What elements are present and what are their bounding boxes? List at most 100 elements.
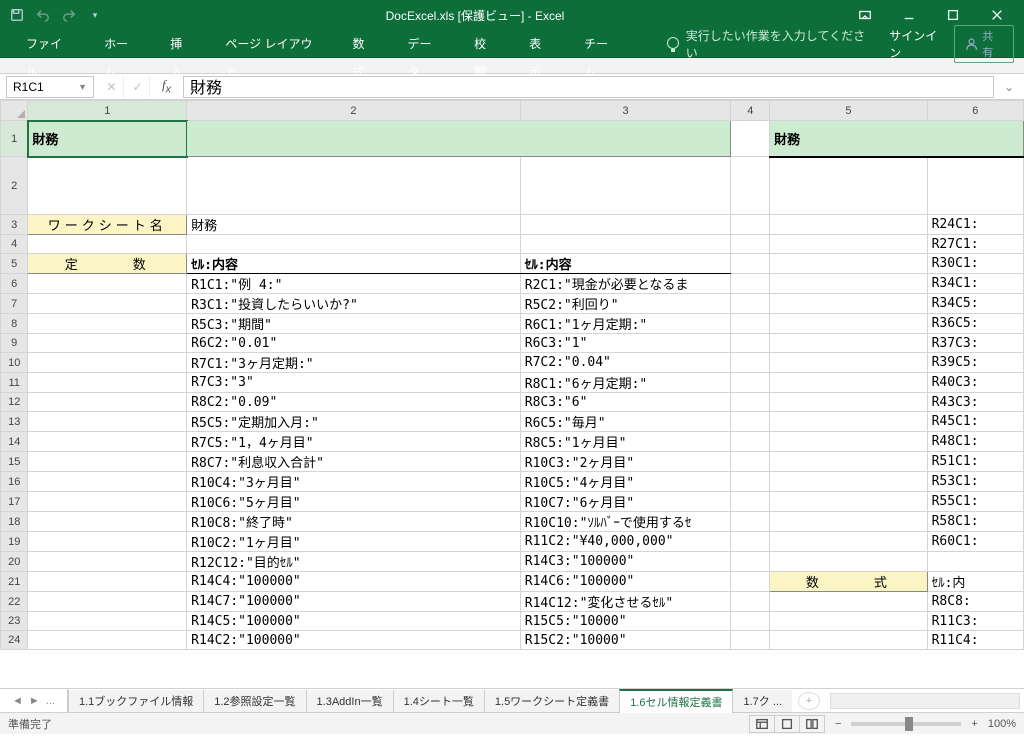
cell[interactable]: R14C7:"100000"	[187, 592, 521, 612]
sheet-nav-more[interactable]: ...	[44, 695, 57, 707]
row-header[interactable]: 21	[1, 572, 28, 592]
row-header[interactable]: 19	[1, 532, 28, 552]
cell[interactable]: R8C1:"6ヶ月定期:"	[520, 373, 731, 393]
cell[interactable]	[28, 393, 187, 412]
cell[interactable]	[731, 472, 770, 492]
row-header[interactable]: 20	[1, 552, 28, 572]
zoom-out-button[interactable]: −	[835, 718, 841, 730]
cell[interactable]	[770, 393, 927, 412]
cell[interactable]: R11C3:	[927, 612, 1023, 631]
cell[interactable]	[28, 631, 187, 650]
row-header[interactable]: 22	[1, 592, 28, 612]
ribbon-options-icon[interactable]	[844, 0, 886, 30]
cell[interactable]: R10C3:"2ヶ月目"	[520, 452, 731, 472]
row-header[interactable]: 5	[1, 254, 28, 274]
sign-in-link[interactable]: サインイン	[889, 27, 946, 61]
cell[interactable]: R15C5:"10000"	[520, 612, 731, 631]
cell[interactable]	[770, 592, 927, 612]
horizontal-scrollbar[interactable]	[830, 693, 1020, 709]
cell[interactable]: R5C2:"利回り"	[520, 294, 731, 314]
cell[interactable]	[731, 552, 770, 572]
column-header[interactable]: 2	[187, 101, 521, 121]
row-header[interactable]: 1	[1, 121, 28, 157]
cell[interactable]: R58C1:	[927, 512, 1023, 532]
cell[interactable]: R8C2:"0.09"	[187, 393, 521, 412]
cancel-formula-icon[interactable]: ✕	[100, 76, 124, 98]
add-sheet-button[interactable]: +	[798, 692, 820, 710]
redo-icon[interactable]	[58, 4, 80, 26]
cell[interactable]: R6C2:"0.01"	[187, 334, 521, 353]
cell[interactable]	[731, 572, 770, 592]
ribbon-tab[interactable]: ホーム	[88, 30, 154, 58]
cell[interactable]: R10C2:"1ヶ月目"	[187, 532, 521, 552]
cell[interactable]: R10C7:"6ヶ月目"	[520, 492, 731, 512]
cell[interactable]	[770, 412, 927, 432]
cell[interactable]: R37C3:	[927, 334, 1023, 353]
cell[interactable]: R7C2:"0.04"	[520, 353, 731, 373]
cell[interactable]	[731, 452, 770, 472]
sheet-tab[interactable]: 1.7ク ...	[732, 690, 792, 713]
cell[interactable]: R8C8:	[927, 592, 1023, 612]
ribbon-tab[interactable]: ファイル	[10, 30, 88, 58]
row-header[interactable]: 23	[1, 612, 28, 631]
cell[interactable]	[770, 452, 927, 472]
cell[interactable]: R51C1:	[927, 452, 1023, 472]
cell[interactable]	[28, 353, 187, 373]
expand-formula-bar-icon[interactable]: ⌄	[1000, 80, 1018, 94]
cell[interactable]: R7C3:"3"	[187, 373, 521, 393]
cell[interactable]: R12C12:"目的ｾﾙ"	[187, 552, 521, 572]
cell[interactable]	[28, 612, 187, 631]
row-header[interactable]: 8	[1, 314, 28, 334]
cell[interactable]: ｾﾙ:内容	[187, 254, 521, 274]
cell[interactable]: R14C3:"100000"	[520, 552, 731, 572]
cell[interactable]: R34C1:	[927, 274, 1023, 294]
column-header[interactable]: 1	[28, 101, 187, 121]
cell[interactable]	[731, 432, 770, 452]
enter-formula-icon[interactable]: ✓	[126, 76, 150, 98]
ribbon-tab[interactable]: 校閲	[458, 30, 513, 58]
cell[interactable]: R10C4:"3ヶ月目"	[187, 472, 521, 492]
cell[interactable]: R27C1:	[927, 235, 1023, 254]
cell[interactable]: R11C4:	[927, 631, 1023, 650]
cell[interactable]	[770, 432, 927, 452]
column-header[interactable]: 3	[520, 101, 731, 121]
row-header[interactable]: 11	[1, 373, 28, 393]
cell[interactable]	[187, 235, 521, 254]
cell[interactable]: R43C3:	[927, 393, 1023, 412]
cell[interactable]	[731, 215, 770, 235]
cell[interactable]: R14C6:"100000"	[520, 572, 731, 592]
cell[interactable]: R7C1:"3ヶ月定期:"	[187, 353, 521, 373]
undo-icon[interactable]	[32, 4, 54, 26]
cell[interactable]	[731, 492, 770, 512]
cell[interactable]: R10C8:"終了時"	[187, 512, 521, 532]
chevron-down-icon[interactable]: ▼	[78, 82, 87, 92]
cell[interactable]	[731, 353, 770, 373]
cell[interactable]: R34C5:	[927, 294, 1023, 314]
sheet-tab[interactable]: 1.5ワークシート定義書	[484, 690, 620, 713]
cell[interactable]: R39C5:	[927, 353, 1023, 373]
cell[interactable]	[770, 612, 927, 631]
zoom-in-button[interactable]: +	[971, 718, 977, 730]
ribbon-tab[interactable]: 表示	[513, 30, 568, 58]
ribbon-tab[interactable]: チーム	[568, 30, 634, 58]
column-header[interactable]: 5	[770, 101, 927, 121]
row-header[interactable]: 6	[1, 274, 28, 294]
cell[interactable]	[770, 254, 927, 274]
cell[interactable]: R14C5:"100000"	[187, 612, 521, 631]
sheet-tab[interactable]: 1.3AddIn一覧	[306, 690, 394, 713]
cell[interactable]	[28, 314, 187, 334]
cell[interactable]	[731, 254, 770, 274]
cell[interactable]	[28, 294, 187, 314]
row-header[interactable]: 24	[1, 631, 28, 650]
cell[interactable]	[770, 353, 927, 373]
cell[interactable]: R14C2:"100000"	[187, 631, 521, 650]
cell[interactable]: R36C5:	[927, 314, 1023, 334]
row-header[interactable]: 4	[1, 235, 28, 254]
formula-input[interactable]: 財務	[183, 76, 994, 98]
cell[interactable]	[770, 373, 927, 393]
ribbon-tab[interactable]: データ	[392, 30, 459, 58]
cell[interactable]	[520, 235, 731, 254]
cell[interactable]	[28, 412, 187, 432]
share-button[interactable]: 共有	[954, 25, 1014, 63]
cell[interactable]	[731, 235, 770, 254]
